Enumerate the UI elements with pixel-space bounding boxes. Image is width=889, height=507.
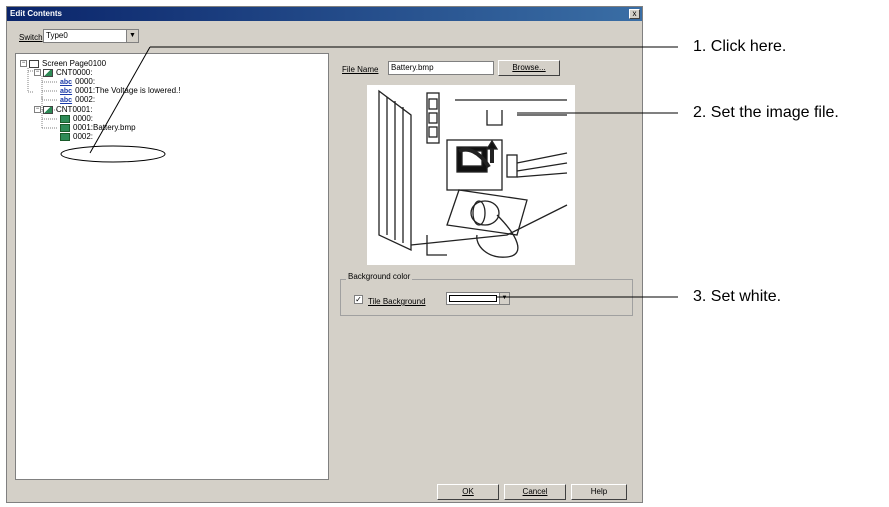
callout-1: 1. Click here. bbox=[693, 38, 787, 55]
highlight-ellipse bbox=[60, 145, 166, 163]
callout-lines bbox=[60, 46, 678, 298]
callout-2: 2. Set the image file. bbox=[693, 104, 839, 121]
callout-3: 3. Set white. bbox=[693, 288, 782, 305]
